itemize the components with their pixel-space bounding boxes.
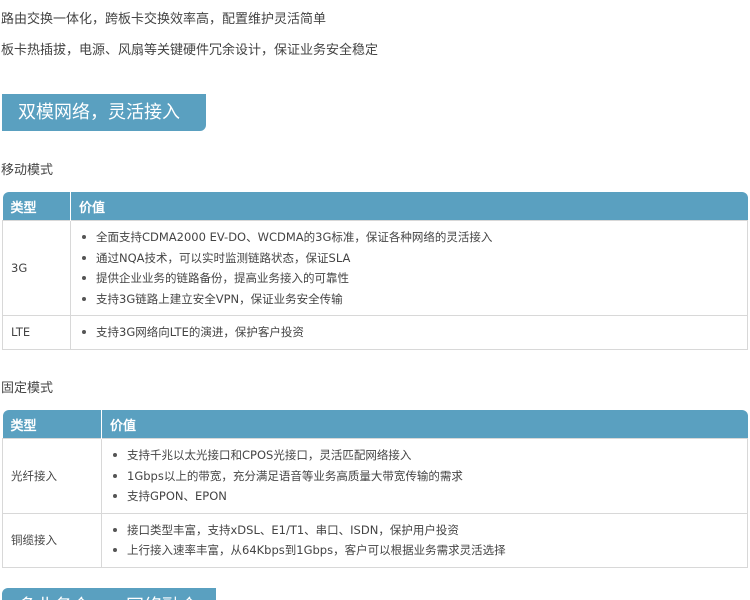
intro-line-1: 路由交换一体化，跨板卡交换效率高，配置维护灵活简单 xyxy=(1,12,327,27)
column-header-type: 类型 xyxy=(2,410,102,439)
list-item: 提供企业业务的链路备份，提高业务接入的可靠性 xyxy=(82,268,746,289)
row-value: 支持3G网络向LTE的演进，保护客户投资 xyxy=(70,315,748,350)
intro-line-2: 板卡热插拔，电源、风扇等关键硬件冗余设计，保证业务安全稳定 xyxy=(1,43,379,58)
section-title-multi-service: 多业务合一，网络融合 xyxy=(2,588,216,600)
list-item: 通过NQA技术，可以实时监测链路状态，保证SLA xyxy=(82,248,746,269)
row-type: 铜缆接入 xyxy=(2,512,102,568)
section-title-dual-mode: 双模网络，灵活接入 xyxy=(2,94,206,131)
value-list: 支持千兆以太光接口和CPOS光接口，灵活匹配网络接入 1Gbps以上的带宽，充分… xyxy=(103,440,746,512)
value-list: 支持3G网络向LTE的演进，保护客户投资 xyxy=(72,317,746,348)
list-item: 支持3G网络向LTE的演进，保护客户投资 xyxy=(82,322,746,343)
column-header-type: 类型 xyxy=(2,192,71,221)
column-header-value: 价值 xyxy=(101,410,748,439)
fixed-mode-label: 固定模式 xyxy=(1,381,54,396)
mobile-mode-table: 类型 价值 3G 全面支持CDMA2000 EV-DO、WCDMA的3G标准，保… xyxy=(2,192,748,350)
list-item: 接口类型丰富，支持xDSL、E1/T1、串口、ISDN，保护用户投资 xyxy=(113,520,746,541)
table-row: 铜缆接入 接口类型丰富，支持xDSL、E1/T1、串口、ISDN，保护用户投资 … xyxy=(2,512,748,568)
row-type: LTE xyxy=(2,315,71,350)
mobile-mode-label: 移动模式 xyxy=(1,163,54,178)
list-item: 1Gbps以上的带宽，充分满足语音等业务高质量大带宽传输的需求 xyxy=(113,466,746,487)
table-row: 3G 全面支持CDMA2000 EV-DO、WCDMA的3G标准，保证各种网络的… xyxy=(2,220,748,316)
value-list: 全面支持CDMA2000 EV-DO、WCDMA的3G标准，保证各种网络的灵活接… xyxy=(72,222,746,314)
row-value: 支持千兆以太光接口和CPOS光接口，灵活匹配网络接入 1Gbps以上的带宽，充分… xyxy=(101,438,748,514)
list-item: 上行接入速率丰富，从64Kbps到1Gbps，客户可以根据业务需求灵活选择 xyxy=(113,540,746,561)
list-item: 支持3G链路上建立安全VPN，保证业务安全传输 xyxy=(82,289,746,310)
table-header-row: 类型 价值 xyxy=(2,410,748,439)
row-value: 全面支持CDMA2000 EV-DO、WCDMA的3G标准，保证各种网络的灵活接… xyxy=(70,220,748,316)
row-type: 光纤接入 xyxy=(2,438,102,514)
fixed-mode-table: 类型 价值 光纤接入 支持千兆以太光接口和CPOS光接口，灵活匹配网络接入 1G… xyxy=(2,410,748,568)
value-list: 接口类型丰富，支持xDSL、E1/T1、串口、ISDN，保护用户投资 上行接入速… xyxy=(103,515,746,566)
list-item: 支持千兆以太光接口和CPOS光接口，灵活匹配网络接入 xyxy=(113,445,746,466)
table-row: 光纤接入 支持千兆以太光接口和CPOS光接口，灵活匹配网络接入 1Gbps以上的… xyxy=(2,438,748,514)
row-type: 3G xyxy=(2,220,71,316)
column-header-value: 价值 xyxy=(70,192,748,221)
table-row: LTE 支持3G网络向LTE的演进，保护客户投资 xyxy=(2,315,748,350)
row-value: 接口类型丰富，支持xDSL、E1/T1、串口、ISDN，保护用户投资 上行接入速… xyxy=(101,512,748,568)
table-header-row: 类型 价值 xyxy=(2,192,748,221)
list-item: 支持GPON、EPON xyxy=(113,486,746,507)
list-item: 全面支持CDMA2000 EV-DO、WCDMA的3G标准，保证各种网络的灵活接… xyxy=(82,227,746,248)
